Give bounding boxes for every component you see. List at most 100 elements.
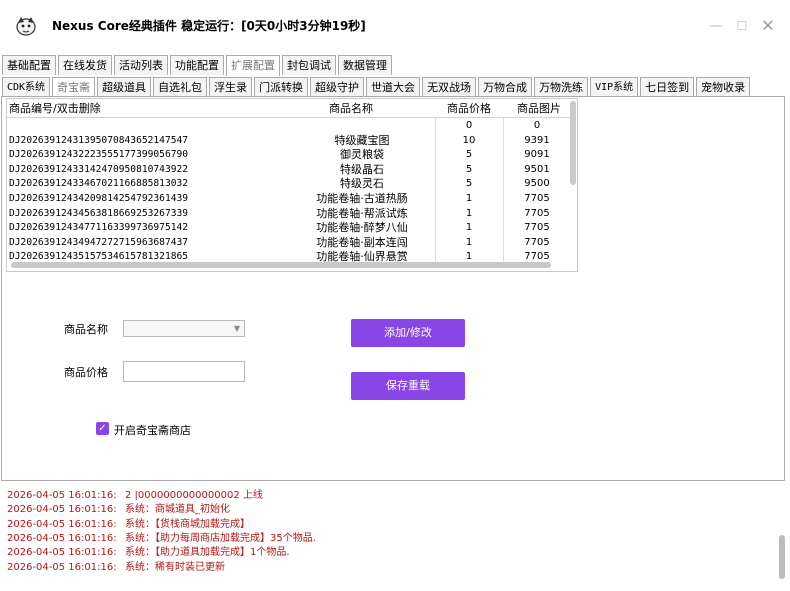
sub-tab-bar: CDK系统 奇宝斋 超级道具 自选礼包 浮生录 门派转换 超级守护 世道大会 无双战场 万物合成万… <box>2 77 752 98</box>
table-vertical-scrollbar[interactable] <box>570 101 576 185</box>
tab-main-4[interactable]: 扩展配置 <box>226 55 280 76</box>
tab-main-2[interactable]: 活动列表 <box>114 55 168 75</box>
tab-main-1[interactable]: 在线发货 <box>58 55 112 75</box>
table-row[interactable]: DJ20263912434209814254792361439 功能卷轴·古道热肠… <box>7 192 573 206</box>
cell-item-name: 特级灵石 <box>340 177 384 191</box>
log-message: 系统：商城道具_初始化 <box>125 504 230 516</box>
window-title: Nexus Core经典插件 稳定运行：[0天0小时3分钟19秒] <box>52 19 366 33</box>
tab-sub-11[interactable]: VIP系统 <box>590 77 639 97</box>
cell-item-price: 10 <box>462 134 476 146</box>
log-line: 2026-04-05 16:01:16: 系统：【助力道具加载完成】1个物品. <box>7 546 767 560</box>
cell-item-image: 7705 <box>524 193 550 204</box>
tab-sub-0[interactable]: CDK系统 <box>2 77 51 97</box>
cell-item-image: 7705 <box>524 236 550 248</box>
tab-sub-6[interactable]: 超级守护 <box>310 77 365 97</box>
table-row[interactable]: DJ20263912434563818669253267339 功能卷轴·帮派试炼… <box>7 207 573 221</box>
save-reload-button[interactable]: 保存重载 <box>351 372 465 400</box>
cell-item-name: 特级藏宝图 <box>334 133 390 147</box>
enable-shop-checkbox[interactable]: ✓ <box>96 422 109 435</box>
table-row[interactable]: DJ20263912434947272715963687437 功能卷轴·副本连闯… <box>7 236 573 250</box>
tab-sub-4[interactable]: 浮生录 <box>209 77 253 97</box>
cell-item-price: 5 <box>465 149 473 161</box>
cell-item-name: 御灵粮袋 <box>340 148 384 162</box>
tab-sub-7[interactable]: 世道大会 <box>366 77 421 97</box>
tab-sub-13[interactable]: 宠物收录 <box>696 77 751 97</box>
tab-sub-9[interactable]: 万物合成 <box>478 77 533 97</box>
log-message: 系统：稀有时装已更新 <box>125 561 225 573</box>
cell-item-price: 5 <box>465 163 473 175</box>
tab-sub-3[interactable]: 自选礼包 <box>153 77 208 97</box>
cell-item-name: 功能卷轴·醉梦八仙 <box>316 221 408 235</box>
header-item-image[interactable]: 商品图片 <box>517 99 561 118</box>
table-row[interactable]: DJ20263912433142470950810743922 特级晶石 5 9501 <box>7 163 573 177</box>
log-message: 系统：【货栈商城加载完成】 <box>125 518 250 530</box>
table-row[interactable]: DJ20263912433467021166885813032 特级灵石 5 9500 <box>7 177 573 191</box>
tab-sub-8[interactable]: 无双战场 <box>422 77 477 97</box>
add-edit-button[interactable]: 添加/修改 <box>351 319 465 347</box>
tab-sub-5[interactable]: 门派转换 <box>254 77 309 97</box>
log-line: 2026-04-05 16:01:16: 2 |0000000000000002 … <box>7 489 767 503</box>
cell-item-id: DJ20263912434563818669253267339 <box>9 207 189 219</box>
log-line: 2026-04-05 16:01:16: 系统：商城道具_初始化 <box>7 503 767 517</box>
log-output[interactable]: 2026-04-05 16:01:16: 2 |0000000000000002 … <box>0 482 790 591</box>
cell-item-id: DJ20263912434947272715963687437 <box>9 236 189 248</box>
tab-main-5[interactable]: 封包调试 <box>282 55 336 75</box>
tab-sub-12[interactable]: 七日签到 <box>640 77 695 97</box>
table-row[interactable]: 00 <box>7 119 573 133</box>
log-timestamp: 2026-04-05 16:01:16: <box>7 518 117 530</box>
header-item-name[interactable]: 商品名称 <box>329 99 373 118</box>
chevron-down-icon[interactable]: ▼ <box>232 324 242 333</box>
tab-main-6[interactable]: 数据管理 <box>338 55 392 75</box>
table-row[interactable]: DJ20263912431395070843652147547 特级藏宝图 10 93… <box>7 134 573 148</box>
log-line: 2026-04-05 16:01:16: 系统：【货栈商城加载完成】 <box>7 518 767 532</box>
cell-item-image: 7705 <box>524 207 550 219</box>
tab-main-3[interactable]: 功能配置 <box>170 55 224 75</box>
log-timestamp: 2026-04-05 16:01:16: <box>7 504 117 516</box>
cell-item-id: DJ20263912434209814254792361439 <box>9 193 189 204</box>
log-scrollbar[interactable] <box>779 535 785 579</box>
header-item-price[interactable]: 商品价格 <box>447 99 491 118</box>
cell-item-name <box>277 119 447 133</box>
cell-item-image: 9501 <box>524 163 550 175</box>
cell-item-price: 1 <box>465 222 473 234</box>
maximize-icon[interactable]: ☐ <box>730 14 754 38</box>
minimize-icon[interactable]: — <box>704 14 728 38</box>
product-table[interactable]: 商品编号/双击删除 商品名称 商品价格 商品图片 0 0 DJ20263912431… <box>6 98 578 272</box>
qibaozhai-panel: 商品编号/双击删除 商品名称 商品价格 商品图片 0 0 DJ20263912431… <box>1 96 785 481</box>
enable-shop-label[interactable]: 开启奇宝斋商店 <box>114 422 191 438</box>
cell-item-image: 7705 <box>524 222 550 234</box>
tab-sub-2[interactable]: 超级道具 <box>97 77 152 97</box>
close-icon[interactable]: ✕ <box>756 14 780 38</box>
item-price-input[interactable] <box>123 361 245 382</box>
tab-main-0[interactable]: 基础配置 <box>2 55 56 75</box>
log-line: 2026-04-05 16:01:16: 系统：稀有时装已更新 <box>7 561 767 575</box>
tab-sub-1[interactable]: 奇宝斋 <box>52 77 96 98</box>
cell-item-name: 功能卷轴·帮派试炼 <box>316 206 408 220</box>
item-price-label: 商品价格 <box>64 366 108 379</box>
cell-item-id: DJ20263912434771163399736975142 <box>9 222 189 234</box>
cell-item-name: 特级晶石 <box>340 162 384 176</box>
header-item-id[interactable]: 商品编号/双击删除 <box>9 99 101 118</box>
title-bar: Nexus Core经典插件 稳定运行：[0天0小时3分钟19秒] — ☐ ✕ <box>0 0 790 52</box>
cell-item-name: 功能卷轴·古道热肠 <box>316 192 408 205</box>
tab-sub-10[interactable]: 万物洗练 <box>534 77 589 97</box>
log-line: 2026-04-05 16:01:16: 系统：【助力每周商店加载完成】35个物品… <box>7 532 767 546</box>
cell-item-id: DJ20263912433142470950810743922 <box>9 163 189 175</box>
log-message: 系统：【助力每周商店加载完成】35个物品. <box>125 532 316 544</box>
cell-item-image: 0 <box>533 120 541 131</box>
cell-item-image: 9500 <box>524 178 550 190</box>
app-logo-icon <box>16 17 36 36</box>
cell-item-id: DJ20263912432223555177399056790 <box>9 149 189 161</box>
table-row[interactable]: DJ20263912434771163399736975142 功能卷轴·醉梦八仙… <box>7 221 573 235</box>
table-horizontal-scrollbar[interactable] <box>11 262 551 268</box>
cell-item-image: 9091 <box>524 149 550 161</box>
log-message: 系统：【助力道具加载完成】1个物品. <box>125 547 290 559</box>
item-name-combobox[interactable]: ▼ <box>123 320 245 337</box>
table-row[interactable]: DJ20263912432223555177399056790 御灵粮袋 5 9091 <box>7 148 573 162</box>
log-timestamp: 2026-04-05 16:01:16: <box>7 547 117 559</box>
log-message: 2 |0000000000000002 上线 <box>125 490 263 501</box>
cell-item-price: 1 <box>465 207 473 219</box>
log-timestamp: 2026-04-05 16:01:16: <box>7 532 117 544</box>
cell-item-name: 功能卷轴·副本连闯 <box>316 235 408 249</box>
cell-item-price: 1 <box>465 236 473 248</box>
